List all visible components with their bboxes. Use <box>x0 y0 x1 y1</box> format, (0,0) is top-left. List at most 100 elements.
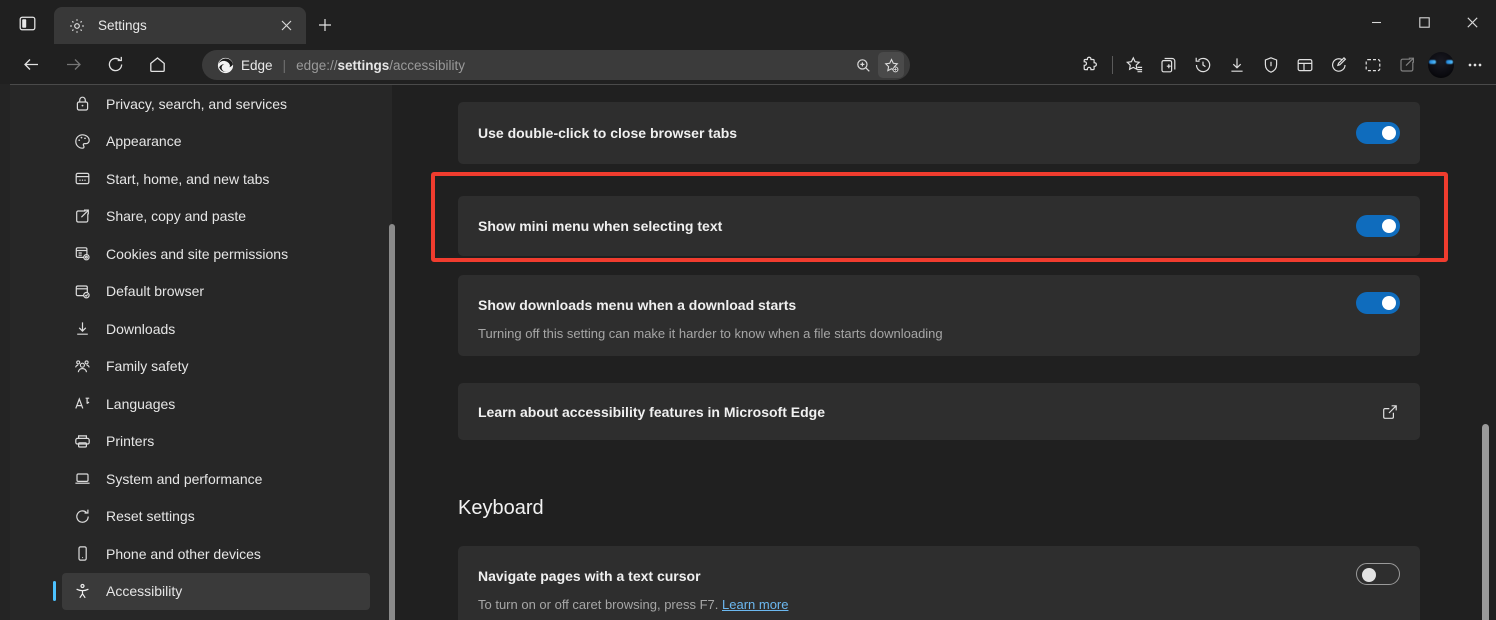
toggle-knob <box>1382 219 1396 233</box>
setting-title: Show mini menu when selecting text <box>478 218 722 234</box>
selection-indicator <box>53 581 56 601</box>
url-text: edge://settings/accessibility <box>296 58 850 73</box>
sidebar-item-label: Start, home, and new tabs <box>106 171 269 187</box>
external-link-icon[interactable] <box>1380 402 1400 422</box>
sidebar-item-label: Share, copy and paste <box>106 208 246 224</box>
refresh-icon[interactable] <box>98 49 132 79</box>
setting-card-double-click-close-tabs[interactable]: Use double-click to close browser tabs <box>458 102 1420 164</box>
cookie-settings-icon <box>72 244 92 264</box>
sidebar-item-label: Printers <box>106 433 154 449</box>
sidebar-item-family-safety[interactable]: Family safety <box>62 348 370 386</box>
profile-avatar[interactable] <box>1424 49 1458 81</box>
download-arrow-icon <box>72 319 92 339</box>
content-area: Privacy, search, and services Appearance <box>0 84 1496 620</box>
sidebar-item-about-microsoft-edge[interactable]: About Microsoft Edge <box>62 610 370 620</box>
setting-title: Learn about accessibility features in Mi… <box>478 404 825 420</box>
edge-logo-icon <box>216 56 234 74</box>
browser-essentials-shield-icon[interactable] <box>1254 49 1288 81</box>
sidebar-item-downloads[interactable]: Downloads <box>62 310 370 348</box>
sidebar-item-phone-and-other-devices[interactable]: Phone and other devices <box>62 535 370 573</box>
sidebar-item-printers[interactable]: Printers <box>62 423 370 461</box>
window-controls <box>1352 0 1496 44</box>
family-icon <box>72 356 92 376</box>
sidebar-item-languages[interactable]: Languages <box>62 385 370 423</box>
copilot-icon[interactable] <box>1322 49 1356 81</box>
setting-title: Navigate pages with a text cursor <box>478 568 701 590</box>
close-icon[interactable] <box>274 14 298 38</box>
back-icon[interactable] <box>14 49 48 79</box>
share-icon[interactable] <box>1390 49 1424 81</box>
toggle-caret-browsing[interactable] <box>1356 563 1400 585</box>
sidebar-item-label: System and performance <box>106 471 262 487</box>
browser-window-icon <box>72 169 92 189</box>
add-favorite-icon[interactable] <box>878 52 904 78</box>
default-browser-icon <box>72 281 92 301</box>
settings-main-panel: Use double-click to close browser tabs S… <box>392 85 1496 620</box>
sidebar-item-share-copy-and-paste[interactable]: Share, copy and paste <box>62 198 370 236</box>
setting-description: To turn on or off caret browsing, press … <box>478 597 1400 612</box>
url-prefix: edge:// <box>296 58 337 73</box>
avatar <box>1428 52 1454 78</box>
setting-card-downloads-menu[interactable]: Show downloads menu when a download star… <box>458 275 1420 356</box>
minimize-button[interactable] <box>1352 0 1400 44</box>
downloads-icon[interactable] <box>1220 49 1254 81</box>
sidebar-item-label: Languages <box>106 396 175 412</box>
setting-title: Use double-click to close browser tabs <box>478 125 737 141</box>
setting-card-caret-browsing[interactable]: Navigate pages with a text cursor To tur… <box>458 546 1420 620</box>
new-tab-button[interactable] <box>310 12 340 38</box>
sidebar-item-start-home-and-new-tabs[interactable]: Start, home, and new tabs <box>62 160 370 198</box>
setting-description: Turning off this setting can make it har… <box>478 326 1400 341</box>
sidebar-item-privacy-search-and-services[interactable]: Privacy, search, and services <box>62 85 370 123</box>
split-screen-icon[interactable] <box>1356 49 1390 81</box>
setting-card-mini-menu[interactable]: Show mini menu when selecting text <box>458 196 1420 256</box>
address-bar-actions <box>850 52 904 78</box>
sidebar-item-label: Downloads <box>106 321 175 337</box>
home-icon[interactable] <box>140 49 174 79</box>
maximize-button[interactable] <box>1400 0 1448 44</box>
sidebar-item-system-and-performance[interactable]: System and performance <box>62 460 370 498</box>
printer-icon <box>72 431 92 451</box>
toggle-downloads-menu[interactable] <box>1356 292 1400 314</box>
address-bar[interactable]: Edge | edge://settings/accessibility <box>202 50 910 80</box>
palette-icon <box>72 131 92 151</box>
favorites-icon[interactable] <box>1118 49 1152 81</box>
brand-label: Edge <box>241 58 273 73</box>
section-heading-keyboard: Keyboard <box>458 497 544 520</box>
toolbar-divider <box>1112 56 1113 74</box>
sidebar-item-appearance[interactable]: Appearance <box>62 123 370 161</box>
browser-tab[interactable]: Settings <box>54 7 306 44</box>
toggle-double-click-close-tabs[interactable] <box>1356 122 1400 144</box>
accessibility-person-icon <box>72 581 92 601</box>
toggle-knob <box>1362 568 1376 582</box>
sidebar-item-accessibility[interactable]: Accessibility <box>62 573 370 611</box>
toggle-mini-menu[interactable] <box>1356 215 1400 237</box>
collections-icon[interactable] <box>1152 49 1186 81</box>
left-edge-strip <box>0 84 10 620</box>
setting-title: Show downloads menu when a download star… <box>478 297 796 319</box>
page-scrollbar-thumb[interactable] <box>1482 424 1489 620</box>
sidebar-item-default-browser[interactable]: Default browser <box>62 273 370 311</box>
sidebar-item-cookies-and-site-permissions[interactable]: Cookies and site permissions <box>62 235 370 273</box>
extensions-icon[interactable] <box>1073 49 1107 81</box>
phone-icon <box>72 544 92 564</box>
sidebar-item-label: Cookies and site permissions <box>106 246 288 262</box>
laptop-icon <box>72 469 92 489</box>
settings-and-more-icon[interactable] <box>1458 49 1492 81</box>
sidebar-item-label: Default browser <box>106 283 204 299</box>
history-icon[interactable] <box>1186 49 1220 81</box>
close-window-button[interactable] <box>1448 0 1496 44</box>
sidebar-item-label: Family safety <box>106 358 188 374</box>
apps-icon[interactable] <box>1288 49 1322 81</box>
url-bold: settings <box>337 58 389 73</box>
sidebar-item-label: Phone and other devices <box>106 546 261 562</box>
setting-card-learn-accessibility[interactable]: Learn about accessibility features in Mi… <box>458 383 1420 440</box>
setting-description-text: To turn on or off caret browsing, press … <box>478 597 722 612</box>
sidebar-item-label: Reset settings <box>106 508 195 524</box>
settings-sidebar: Privacy, search, and services Appearance <box>10 85 392 620</box>
tab-actions-icon[interactable] <box>12 11 42 35</box>
sidebar-item-reset-settings[interactable]: Reset settings <box>62 498 370 536</box>
forward-icon[interactable] <box>56 49 90 79</box>
learn-more-link[interactable]: Learn more <box>722 597 788 612</box>
lock-icon <box>72 94 92 114</box>
zoom-icon[interactable] <box>850 52 876 78</box>
